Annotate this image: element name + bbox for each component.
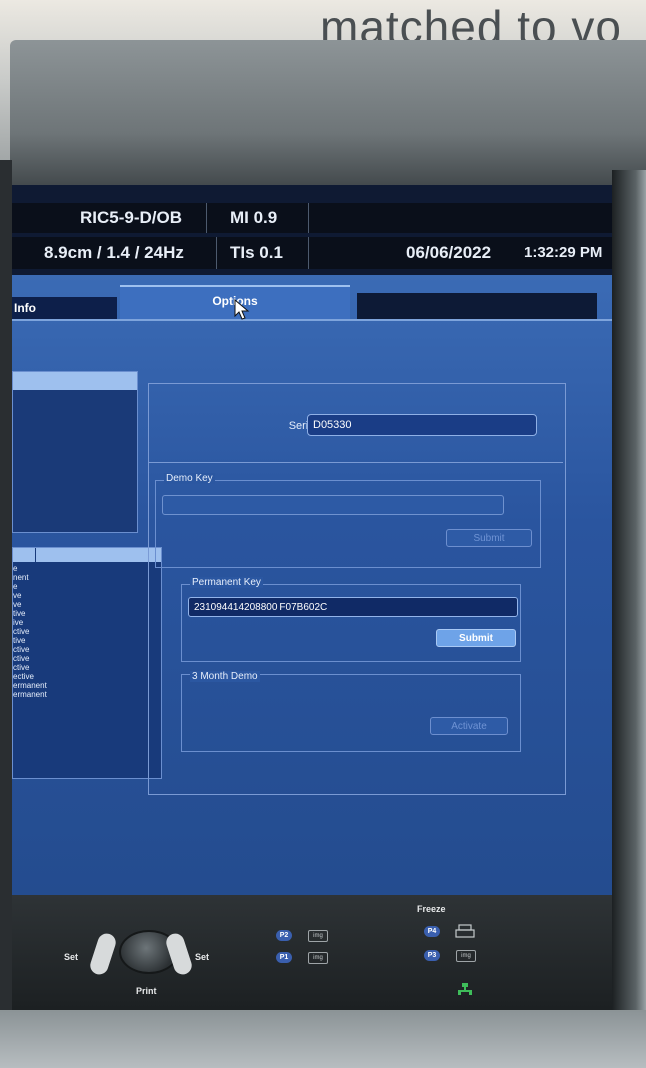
- options-list-top[interactable]: [12, 371, 138, 533]
- list-item[interactable]: e: [13, 582, 17, 591]
- list-item[interactable]: ve: [13, 600, 21, 609]
- monitor-bezel-left: [0, 160, 12, 1068]
- list-item[interactable]: tive: [13, 636, 25, 645]
- date-label: 06/06/2022: [406, 243, 492, 262]
- list-item[interactable]: ctive: [13, 645, 29, 654]
- demo-key-submit-button[interactable]: Submit: [446, 529, 532, 547]
- list-item[interactable]: e: [13, 564, 17, 573]
- tab-underline: [12, 319, 612, 321]
- list-item[interactable]: ctive: [13, 663, 29, 672]
- header-row-top: RIC5-9-D/OB MI 0.9: [12, 203, 612, 233]
- tis-label: TIs 0.1: [230, 243, 283, 262]
- demo-key-title: Demo Key: [164, 473, 215, 484]
- three-month-demo-group: 3 Month Demo Activate: [181, 671, 521, 752]
- tab-info[interactable]: Info: [12, 297, 117, 319]
- monitor-bezel-right: [612, 170, 646, 1040]
- options-list-top-header: [13, 372, 137, 390]
- list-item[interactable]: ermanent: [13, 681, 47, 690]
- serial-number-field: D05330: [307, 414, 537, 436]
- img-button[interactable]: img: [308, 930, 328, 942]
- permanent-key-submit-button[interactable]: Submit: [436, 629, 516, 647]
- probe-label: RIC5-9-D/OB: [80, 208, 183, 227]
- p1-button[interactable]: P1: [276, 952, 292, 963]
- mi-label: MI 0.9: [230, 208, 278, 227]
- demo-key-group: Demo Key Submit: [155, 473, 541, 568]
- activate-button[interactable]: Activate: [430, 717, 508, 735]
- list-item[interactable]: ective: [13, 672, 34, 681]
- header-row-bottom: 8.9cm / 1.4 / 24Hz TIs 0.1 06/06/2022 1:…: [12, 237, 612, 269]
- demo-key-input[interactable]: [162, 495, 504, 515]
- monitor-bezel-bottom: [0, 1010, 646, 1068]
- options-list[interactable]: e nent e ve ve tive ive ctive tive ctive…: [12, 547, 162, 779]
- p3-button[interactable]: P3: [424, 950, 440, 961]
- header-divider: [308, 203, 309, 233]
- list-item[interactable]: ctive: [13, 627, 29, 636]
- permanent-key-group: Permanent Key 231094414208800 F07B602C S…: [181, 577, 521, 662]
- header-divider: [216, 237, 217, 269]
- freeze-label: Freeze: [417, 904, 446, 914]
- license-panel: Serial Number D05330 Demo Key Submit Per…: [148, 383, 566, 795]
- three-month-demo-title: 3 Month Demo: [190, 671, 260, 682]
- list-item[interactable]: tive: [13, 609, 25, 618]
- time-label: 1:32:29 PM: [524, 244, 603, 261]
- network-icon: [458, 983, 472, 995]
- list-item[interactable]: ve: [13, 591, 21, 600]
- img-button[interactable]: img: [308, 952, 328, 964]
- set-left-paddle[interactable]: [87, 931, 119, 977]
- p2-button[interactable]: P2: [276, 930, 292, 941]
- list-item[interactable]: nent: [13, 573, 29, 582]
- permanent-key-input[interactable]: 231094414208800 F07B602C: [188, 597, 518, 617]
- header-divider: [206, 203, 207, 233]
- permanent-key-title: Permanent Key: [190, 577, 263, 588]
- tab-strip-empty: [357, 293, 597, 319]
- list-item[interactable]: ctive: [13, 654, 29, 663]
- utility-options-panel: Info Options e nent e ve ve tive ive cti…: [12, 275, 612, 895]
- list-item[interactable]: ive: [13, 618, 23, 627]
- printer-icon[interactable]: [454, 924, 476, 940]
- mouse-cursor-icon: [234, 299, 250, 320]
- list-item[interactable]: ermanent: [13, 690, 47, 699]
- print-label: Print: [136, 986, 157, 996]
- control-console: Set Set Print P2 img P1 img Freeze P4 P3…: [12, 895, 612, 1010]
- options-list-header: [13, 548, 161, 562]
- header-divider: [308, 237, 309, 269]
- tab-info-label: Info: [14, 301, 36, 315]
- depth-frequency-label: 8.9cm / 1.4 / 24Hz: [44, 243, 184, 262]
- p4-button[interactable]: P4: [424, 926, 440, 937]
- monitor-bezel-top: [10, 40, 646, 195]
- set-left-label: Set: [64, 952, 79, 962]
- img-button[interactable]: img: [456, 950, 476, 962]
- ultrasound-screen: RIC5-9-D/OB MI 0.9 8.9cm / 1.4 / 24Hz TI…: [12, 185, 612, 895]
- set-right-label: Set: [195, 952, 210, 962]
